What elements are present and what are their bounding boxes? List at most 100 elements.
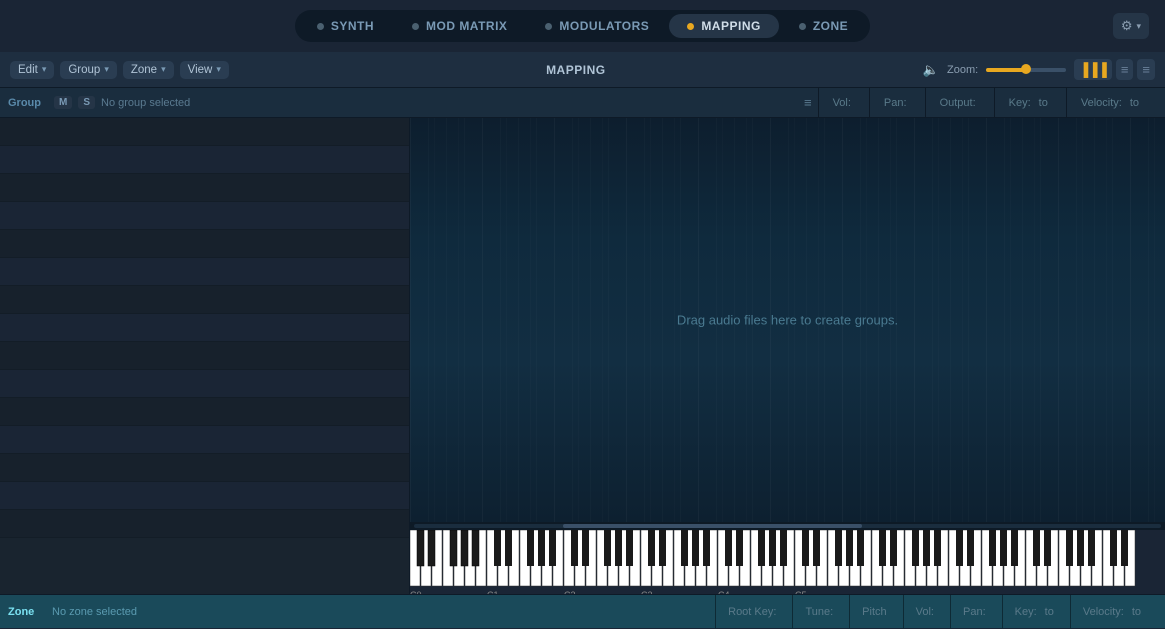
output-field: Output: [925,88,994,118]
velocity-field: Velocity: to [1066,88,1157,118]
strip-row-7 [0,286,409,314]
view-label: View [188,64,213,76]
settings-button[interactable]: ⚙ ▾ [1113,13,1149,39]
zoom-thumb [1021,64,1031,74]
strip-row-12 [0,426,409,454]
group-row: Group M S No group selected ≡ Vol: Pan: … [0,88,1165,118]
tab-mod-matrix[interactable]: MOD MATRIX [394,14,525,38]
tab-mod-matrix-label: MOD MATRIX [426,19,507,33]
detail-view-button[interactable]: ≡ [1137,59,1155,80]
group-label: Group [68,64,100,76]
piano-roll-bg: Drag audio files here to create groups. [410,118,1165,522]
key-label: Key: [1009,97,1031,109]
zone-key-label: Key: [1015,606,1037,618]
zone-pitch-label: Pitch [862,606,886,618]
strip-row-1 [0,118,409,146]
zone-row-label: Zone [8,606,46,618]
pan-field: Pan: [869,88,925,118]
key-to: to [1039,97,1048,109]
mapping-dot [687,23,694,30]
mod-matrix-dot [412,23,419,30]
zone-vol-field: Vol: [903,595,950,629]
main-area: Drag audio files here to create groups. [0,118,1165,594]
zoom-slider[interactable] [986,68,1066,72]
piano-keyboard[interactable]: C1 C2 [410,530,1165,594]
zone-menu-button[interactable]: Zone ▾ [123,61,174,79]
drag-hint: Drag audio files here to create groups. [677,313,898,328]
group-name-label: No group selected [101,97,798,109]
list-icon: ≡ [1121,62,1129,77]
speaker-icon: 🔈 [923,62,939,78]
left-panel [0,118,410,594]
tab-modulators-label: MODULATORS [559,19,649,33]
zone-tune-field: Tune: [792,595,849,629]
strip-row-15 [0,510,409,538]
zone-row: Zone No zone selected Root Key: Tune: Pi… [0,594,1165,628]
svg-text:C2: C2 [564,590,576,594]
zone-pitch-field: Pitch [849,595,902,629]
strip-row-8 [0,314,409,342]
zone-velocity-field: Velocity: to [1070,595,1157,629]
modulators-dot [545,23,552,30]
vol-field: Vol: [818,88,869,118]
strip-row-13 [0,454,409,482]
strip-row-10 [0,370,409,398]
tab-zone[interactable]: ZONE [781,14,866,38]
toolbar-title: MAPPING [235,63,917,77]
pan-label: Pan: [884,97,907,109]
view-chevron: ▾ [216,64,221,75]
strip-row-4 [0,202,409,230]
edit-chevron: ▾ [42,64,47,75]
synth-dot [317,23,324,30]
c0-label: C0 [410,590,422,594]
zone-pan-label: Pan: [963,606,986,618]
group-menu-icon[interactable]: ≡ [804,95,812,110]
right-panel: Drag audio files here to create groups. [410,118,1165,594]
gear-icon: ⚙ [1121,18,1133,34]
view-menu-button[interactable]: View ▾ [180,61,229,79]
zone-pan-field: Pan: [950,595,1002,629]
left-panel-content [0,118,409,594]
piano-svg: C1 C2 [410,530,1165,594]
zone-name-label: No zone selected [52,606,709,618]
tab-mapping[interactable]: MAPPING [669,14,779,38]
strip-row-9 [0,342,409,370]
tab-modulators[interactable]: MODULATORS [527,14,667,38]
strip-row-5 [0,230,409,258]
group-menu-button[interactable]: Group ▾ [60,61,117,79]
tab-mapping-label: MAPPING [701,19,761,33]
strip-row-6 [0,258,409,286]
key-field: Key: to [994,88,1066,118]
list-view-button[interactable]: ≡ [1116,59,1134,80]
bar-view-button[interactable]: ▐▐▐ [1074,59,1112,80]
group-row-label: Group [8,97,48,109]
toolbar: Edit ▾ Group ▾ Zone ▾ View ▾ MAPPING 🔈 Z… [0,52,1165,88]
view-icons: ▐▐▐ ≡ ≡ [1074,59,1155,80]
group-mute-button[interactable]: M [54,96,72,109]
svg-text:C5: C5 [795,590,807,594]
zone-key-to: to [1045,606,1054,618]
strip-row-3 [0,174,409,202]
tab-synth-label: SYNTH [331,19,374,33]
velocity-label: Velocity: [1081,97,1122,109]
settings-chevron: ▾ [1136,21,1141,32]
zone-chevron: ▾ [161,64,166,75]
nav-tabs: SYNTH MOD MATRIX MODULATORS MAPPING ZONE [295,10,870,42]
tab-zone-label: ZONE [813,19,848,33]
horizontal-scrollbar[interactable] [410,522,1165,530]
strip-row-11 [0,398,409,426]
zoom-label: Zoom: [947,64,978,76]
zone-tune-label: Tune: [805,606,833,618]
scrollbar-thumb [563,524,862,528]
output-label: Output: [940,97,976,109]
zoom-slider-container[interactable] [986,68,1066,72]
detail-icon: ≡ [1142,62,1150,77]
tab-synth[interactable]: SYNTH [299,14,392,38]
edit-menu-button[interactable]: Edit ▾ [10,61,54,79]
zone-rootkey-field: Root Key: [715,595,792,629]
zone-key-field: Key: to [1002,595,1070,629]
edit-label: Edit [18,64,38,76]
group-solo-button[interactable]: S [78,96,95,109]
scrollbar-track [414,524,1161,528]
strip-row-14 [0,482,409,510]
